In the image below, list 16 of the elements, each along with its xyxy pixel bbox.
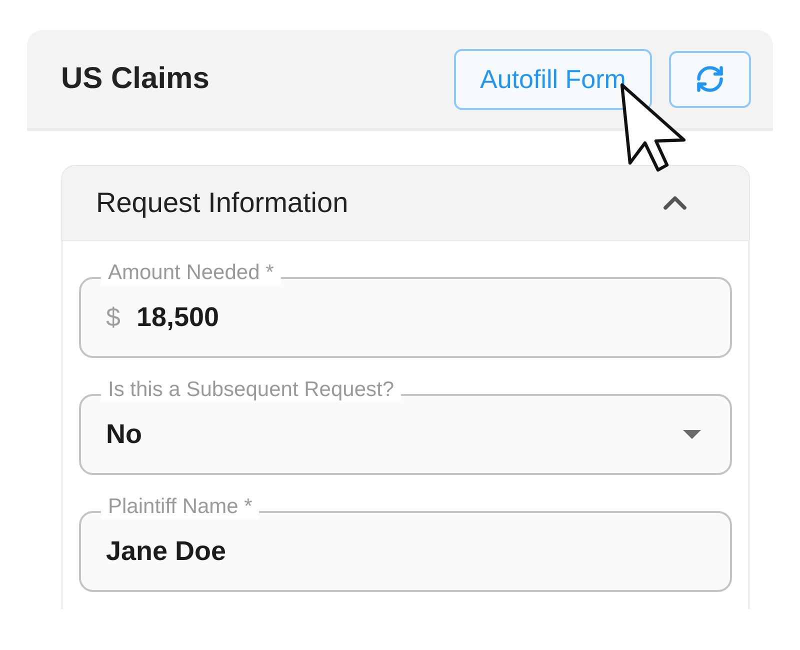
- field-label: Amount Needed *: [101, 261, 281, 285]
- currency-prefix: $: [106, 302, 120, 333]
- field-value: No: [106, 419, 143, 450]
- field-value: Jane Doe: [106, 536, 228, 567]
- text-field[interactable]: Plaintiff Name * Jane Doe: [79, 495, 732, 592]
- page-title: US Claims: [61, 62, 210, 96]
- refresh-button[interactable]: [669, 50, 751, 108]
- refresh-icon: [695, 64, 725, 94]
- dropdown-field[interactable]: Is this a Subsequent Request? No: [79, 378, 732, 475]
- dropdown-arrow-icon[interactable]: [683, 430, 701, 439]
- field-label: Is this a Subsequent Request?: [101, 378, 402, 402]
- field-value: 18,500: [136, 302, 220, 333]
- field-label: Plaintiff Name *: [101, 495, 260, 519]
- amount-field[interactable]: Amount Needed * $ 18,500: [79, 261, 732, 358]
- section-title: Request Information: [96, 187, 348, 219]
- section-header[interactable]: Request Information: [61, 165, 750, 241]
